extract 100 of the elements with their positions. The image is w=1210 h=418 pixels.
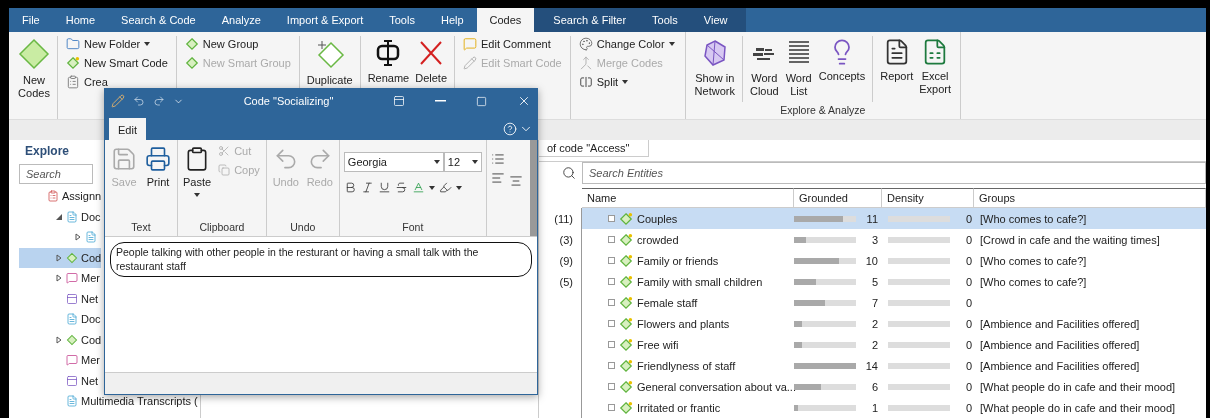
ribbon-button[interactable]: New Folder [64, 36, 153, 52]
groups-cell: [Crowd in cafe and the waiting times] [980, 233, 1160, 246]
ribbon-button[interactable]: Rename [366, 36, 411, 87]
column-header[interactable]: Density [882, 188, 974, 208]
name-cell[interactable]: Female staff [582, 292, 794, 313]
printer-icon [145, 146, 171, 172]
name-cell[interactable]: General conversation about va... [582, 376, 794, 397]
clipboard-icon [66, 75, 80, 89]
ribbon-button[interactable]: Excel Export [918, 36, 952, 98]
tree-item[interactable]: Net [19, 288, 99, 309]
search-field[interactable]: Search Entities [582, 162, 1206, 184]
ribbon-button[interactable]: Change Color [576, 36, 677, 52]
menu-tab[interactable]: Search & Filter [540, 8, 640, 32]
name-cell[interactable]: Family with small children [582, 271, 794, 292]
ribbon-tab[interactable]: Edit [109, 118, 146, 140]
count-label: (9) [559, 254, 573, 267]
ribbon-button[interactable]: Delete [414, 36, 449, 87]
menu-tab[interactable]: Help [427, 8, 477, 32]
ribbon-button[interactable]: Concepts [817, 36, 867, 85]
name-cell[interactable]: Couples [582, 208, 794, 229]
ribbon-button[interactable]: New Codes [17, 36, 51, 102]
grounded-count: 6 [870, 380, 878, 393]
tree-item[interactable]: Cod [19, 247, 102, 268]
window-title: Code "Socializing" [242, 95, 335, 107]
checkbox-icon [608, 320, 615, 327]
ribbon-group-label: Text [130, 220, 152, 235]
menu-tab[interactable]: Analyze [208, 8, 274, 32]
tree-item[interactable]: Assignn [19, 186, 102, 207]
menu-tab[interactable]: Import & Export [273, 8, 377, 32]
density-count: 0 [964, 254, 972, 267]
ribbon-button[interactable]: Report [879, 36, 915, 85]
ribbon-button[interactable]: Edit Comment [461, 36, 553, 52]
paste-button[interactable]: Paste [182, 144, 213, 219]
ribbon-button[interactable]: Split [576, 74, 631, 90]
name-cell[interactable]: Friendlyness of staff [582, 355, 794, 376]
grounded-bar [794, 404, 856, 411]
tree-item[interactable]: Mer [19, 350, 100, 371]
name-cell[interactable]: Family or friends [582, 250, 794, 271]
save-icon [111, 146, 137, 172]
tree-item[interactable]: Doc [19, 206, 101, 227]
menu-tab[interactable]: Search & Code [108, 8, 209, 32]
density-count: 0 [964, 275, 972, 288]
ribbon-button[interactable]: Show in Network [693, 36, 736, 100]
font-size-select[interactable]: 12 [443, 152, 482, 172]
caret-icon [668, 42, 675, 46]
groups-cell: [Ambience and Facilities offered] [980, 317, 1140, 330]
scrollbar[interactable] [530, 140, 537, 236]
ribbon-button[interactable]: Print [143, 144, 173, 219]
collapsed-arrow-icon[interactable] [74, 233, 82, 242]
menu-tab[interactable]: Tools [376, 8, 428, 32]
menu-tab[interactable]: Home [52, 8, 109, 32]
tree-item[interactable]: Cod [19, 329, 102, 350]
document-icon [66, 313, 78, 326]
column-header[interactable]: Grounded [794, 188, 882, 208]
search-field[interactable]: Search [19, 164, 93, 184]
tree-label: Mer [81, 354, 100, 367]
collapsed-arrow-icon[interactable] [55, 335, 63, 344]
collapsed-arrow-icon[interactable] [55, 253, 63, 262]
tree-label: Net [81, 374, 99, 387]
undo-icon [133, 95, 145, 107]
menu-tab[interactable]: File [9, 8, 53, 32]
document-icon [66, 395, 78, 408]
document-icon [66, 210, 78, 223]
name-cell[interactable]: Flowers and plants [582, 313, 794, 334]
grounded-count: 11 [865, 212, 878, 225]
code-icon [619, 337, 633, 352]
groups-cell: [What people do in cafe and their mood] [980, 380, 1176, 393]
tree-item[interactable]: Net [19, 370, 99, 391]
ribbon-button[interactable]: Duplicate [305, 36, 354, 89]
column-header[interactable]: Groups [974, 188, 1206, 208]
tree-item[interactable]: Multimedia Transcripts ( [19, 391, 198, 412]
name-cell[interactable]: Irritated or frantic [582, 397, 794, 418]
tree-item[interactable]: Mer [19, 268, 100, 289]
ribbon-button[interactable]: Word List [783, 36, 814, 100]
grounded-count: 5 [870, 275, 878, 288]
menu-tab[interactable]: View [690, 8, 741, 32]
ribbon-button[interactable]: Word Cloud [748, 36, 780, 100]
ribbon-button[interactable]: Crea [64, 74, 110, 90]
grounded-bar [794, 299, 856, 306]
expanded-arrow-icon[interactable] [55, 212, 63, 221]
column-header[interactable]: Name [582, 188, 794, 208]
groups-cell: [Ambience and Facilities offered] [980, 359, 1140, 372]
code-icon [619, 316, 633, 331]
rename-icon [375, 38, 402, 68]
grounded-count: 7 [870, 296, 878, 309]
ribbon-button[interactable]: New Smart Code [64, 55, 170, 71]
groups-cell: [What people do in cafe and their mood] [980, 401, 1176, 414]
document-icon [85, 231, 97, 244]
ribbon-button[interactable]: New Group [182, 36, 261, 52]
name-cell[interactable]: crowded [582, 229, 794, 250]
collapsed-arrow-icon[interactable] [55, 274, 63, 283]
name-cell[interactable]: Free wifi [582, 334, 794, 355]
font-select[interactable]: Georgia [343, 152, 444, 172]
code-icon [619, 358, 633, 373]
align-center-icon [508, 174, 523, 188]
menu-tab[interactable]: Tools [639, 8, 691, 32]
tree-item[interactable]: Doc [19, 309, 101, 330]
count-label: (5) [559, 275, 573, 288]
menu-tab[interactable]: Codes [476, 8, 535, 32]
document-tab[interactable]: of code "Access" [539, 140, 649, 157]
